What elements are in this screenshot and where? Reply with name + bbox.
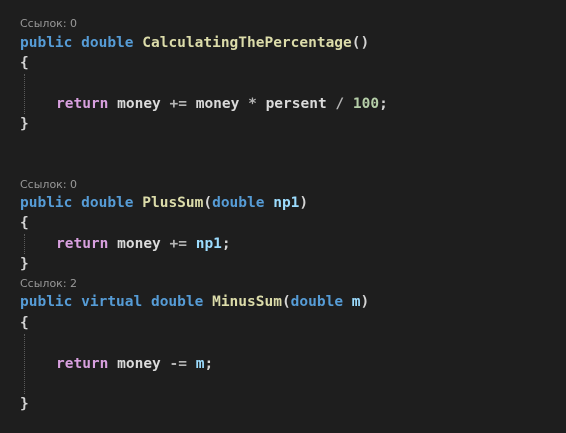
semicolon: ; <box>221 236 231 252</box>
operator: * <box>248 96 257 112</box>
semicolon: ; <box>379 96 388 112</box>
references-codelens[interactable]: Ссылок: 0 <box>20 178 77 192</box>
indent-guide <box>24 334 25 394</box>
keyword-return: return <box>56 356 109 372</box>
keyword-double: double <box>212 195 265 211</box>
identifier-money: money <box>195 96 240 112</box>
indent-guide <box>24 74 25 114</box>
open-paren: ( <box>281 294 291 310</box>
close-paren: ) <box>360 35 370 51</box>
close-paren: ) <box>360 294 370 310</box>
parameter-name: np1 <box>273 195 300 211</box>
indent-guide <box>24 234 25 254</box>
references-codelens[interactable]: Ссылок: 2 <box>20 277 77 291</box>
keyword-public: public <box>20 195 73 211</box>
keyword-public: public <box>20 294 73 310</box>
identifier-np1: np1 <box>195 236 222 252</box>
open-paren: ( <box>203 195 213 211</box>
return-statement[interactable]: return money += money * persent / 100; <box>56 94 388 114</box>
keyword-double: double <box>150 294 204 310</box>
identifier-money: money <box>117 96 161 112</box>
parameter-name: m <box>351 294 361 310</box>
keyword-double: double <box>81 195 134 211</box>
method-name[interactable]: MinusSum <box>212 294 282 310</box>
keyword-double: double <box>290 294 344 310</box>
keyword-virtual: virtual <box>81 294 143 310</box>
open-brace: { <box>20 215 29 231</box>
operator: / <box>335 96 345 112</box>
close-paren: ) <box>299 195 309 211</box>
operator: += <box>169 236 187 252</box>
method-signature-calculating-the-percentage[interactable]: public double CalculatingThePercentage() <box>20 33 369 53</box>
open-paren: ( <box>351 35 361 51</box>
keyword-return: return <box>56 96 109 112</box>
close-brace: } <box>20 116 29 132</box>
close-brace: } <box>20 256 29 272</box>
semicolon: ; <box>204 356 214 372</box>
number-literal: 100 <box>352 96 380 112</box>
method-name[interactable]: PlusSum <box>142 195 203 211</box>
code-editor[interactable]: Ссылок: 0 public double CalculatingThePe… <box>0 0 566 433</box>
identifier-money: money <box>117 356 161 372</box>
identifier-persent: persent <box>265 96 327 112</box>
operator: -= <box>169 356 187 372</box>
operator: += <box>169 96 187 112</box>
keyword-public: public <box>20 35 73 51</box>
keyword-double: double <box>81 35 134 51</box>
method-signature-plus-sum[interactable]: public double PlusSum(double np1) <box>20 193 308 213</box>
identifier-money: money <box>117 236 161 252</box>
keyword-return: return <box>56 236 109 252</box>
open-brace: { <box>20 315 29 331</box>
references-codelens[interactable]: Ссылок: 0 <box>20 17 77 31</box>
method-signature-minus-sum[interactable]: public virtual double MinusSum(double m) <box>20 292 369 312</box>
return-statement[interactable]: return money -= m; <box>56 354 213 374</box>
return-statement[interactable]: return money += np1; <box>56 234 231 254</box>
open-brace: { <box>20 55 29 71</box>
method-name[interactable]: CalculatingThePercentage <box>142 35 352 51</box>
close-brace: } <box>20 396 29 412</box>
